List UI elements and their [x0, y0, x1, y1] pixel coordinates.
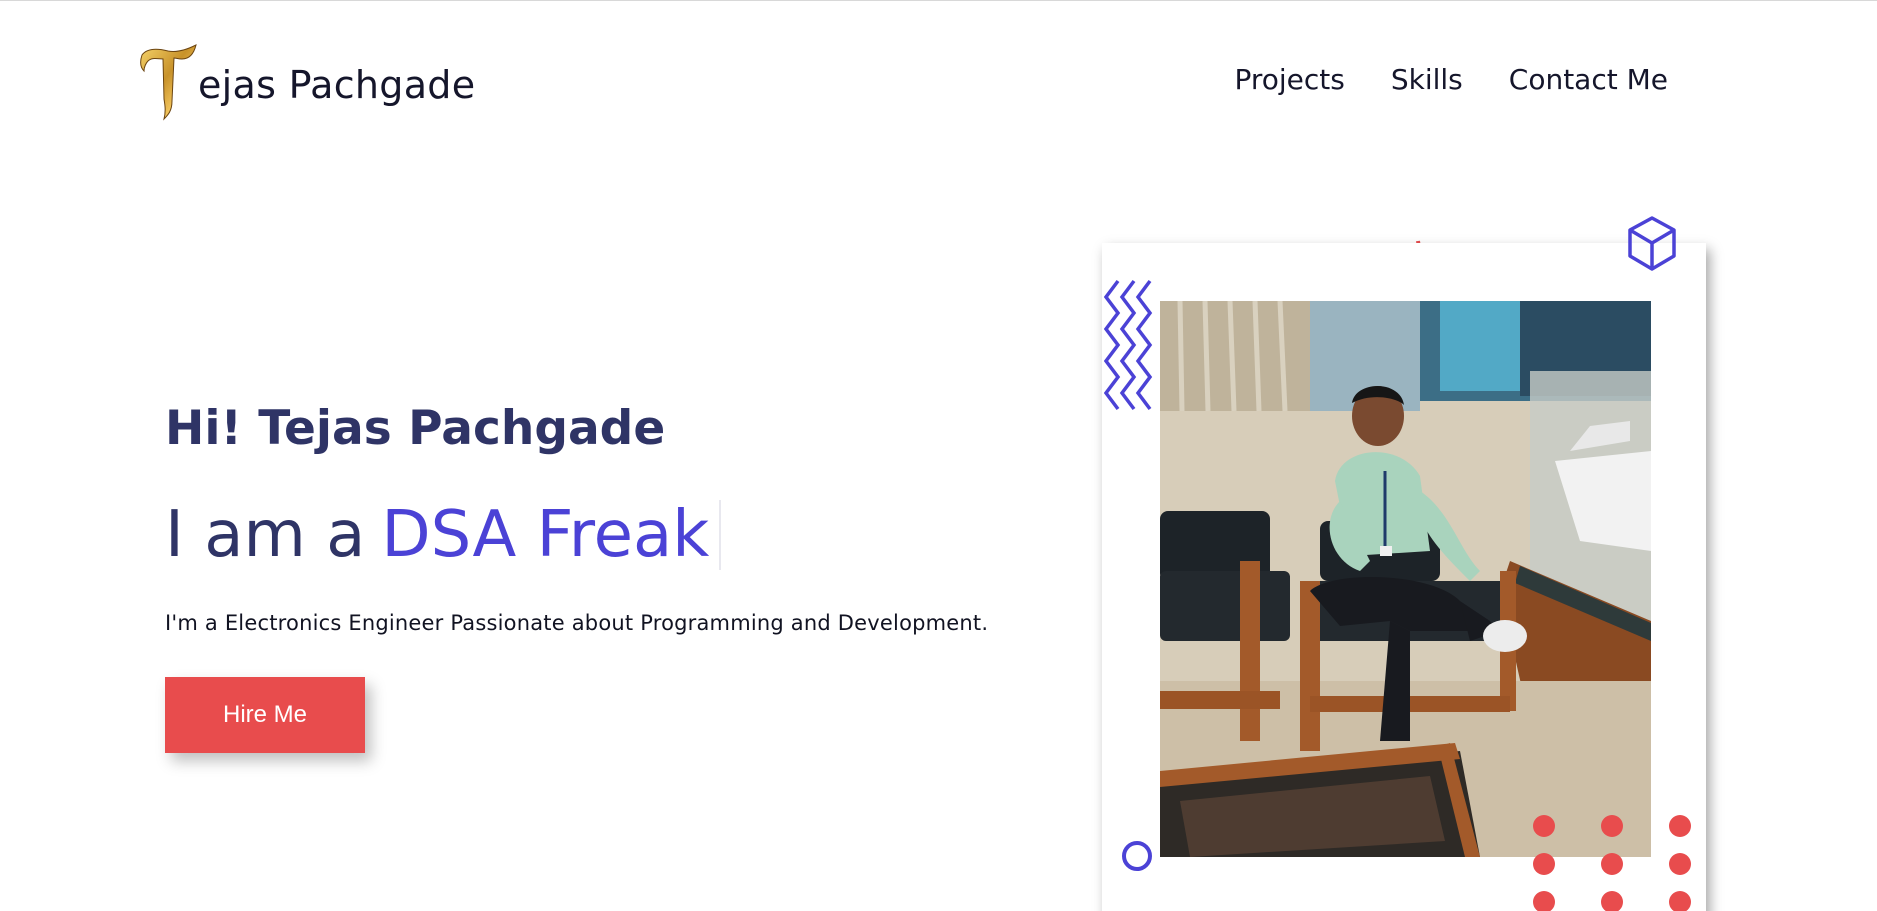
nav-contact-link[interactable]: Contact Me	[1509, 63, 1668, 96]
nav-links: Projects Skills Contact Me	[1234, 63, 1668, 96]
role-typed-text: DSA Freak	[381, 498, 710, 572]
brand[interactable]: ejas Pachgade	[138, 37, 475, 121]
cube-decoration-icon	[1628, 216, 1676, 271]
hero-tagline: I'm a Electronics Engineer Passionate ab…	[165, 611, 989, 635]
zigzag-decoration-icon	[1104, 279, 1153, 411]
nav-skills-link[interactable]: Skills	[1391, 63, 1463, 96]
page: ejas Pachgade Projects Skills Contact Me…	[0, 0, 1877, 911]
profile-photo	[1160, 301, 1651, 857]
nav-projects-link[interactable]: Projects	[1234, 63, 1344, 96]
hero-role-line: I am a DSA Freak	[165, 497, 1065, 573]
brand-name: ejas Pachgade	[198, 63, 476, 107]
navbar: ejas Pachgade Projects Skills Contact Me	[138, 37, 1668, 121]
hero-intro: Hi! Tejas Pachgade I am a DSA Freak I'm …	[165, 397, 1065, 753]
gold-letter-t-icon	[138, 41, 200, 121]
hire-me-button[interactable]: Hire Me	[165, 677, 365, 753]
role-prefix: I am a	[165, 498, 366, 572]
hero-greeting: Hi! Tejas Pachgade	[165, 401, 666, 456]
dots-decoration-icon	[1533, 815, 1691, 911]
ring-decoration-icon	[1122, 841, 1152, 871]
typing-caret	[719, 500, 722, 570]
